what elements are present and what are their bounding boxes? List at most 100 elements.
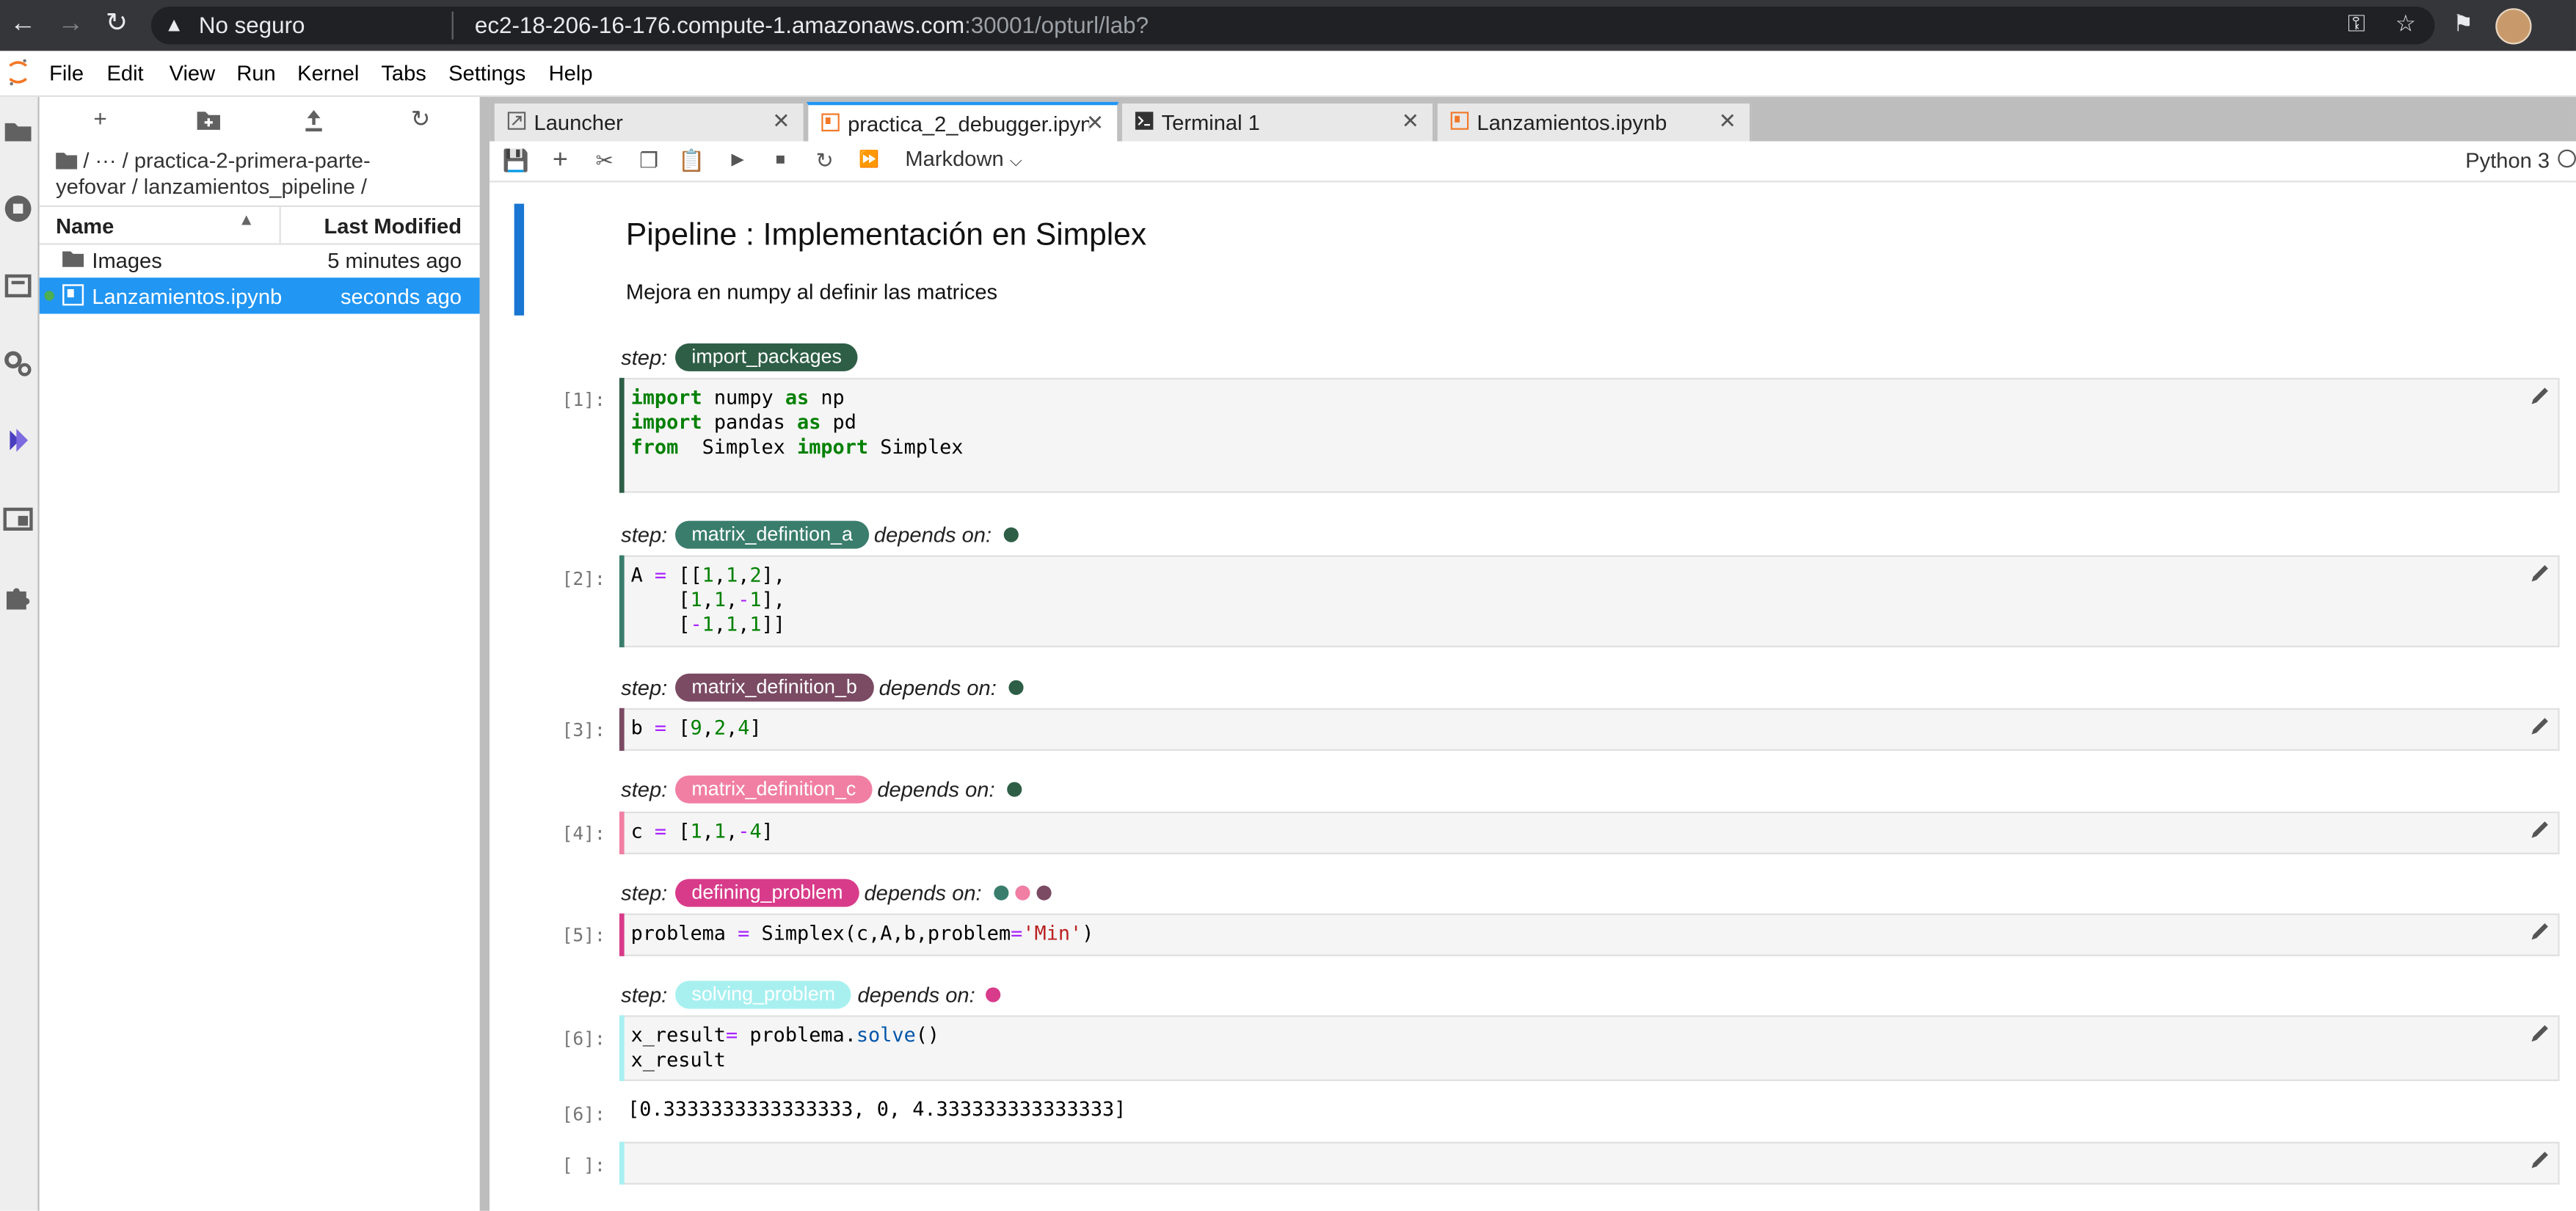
tab-launcher[interactable]: Launcher ✕	[492, 101, 805, 142]
key-icon[interactable]: ⚿	[2348, 10, 2365, 37]
cell-type-value[interactable]: Markdown	[905, 146, 1003, 171]
sort-ascending-icon[interactable]: ▲	[239, 212, 255, 230]
dependency-dot[interactable]	[1015, 885, 1030, 901]
file-row-images[interactable]: Images 5 minutes ago	[40, 241, 480, 277]
edit-pencil-icon[interactable]	[2528, 385, 2551, 407]
code-cell[interactable]: b = [9,2,4]	[619, 708, 2560, 751]
kernel-name[interactable]: Python 3	[2465, 148, 2550, 172]
home-folder-icon[interactable]	[56, 151, 78, 170]
step-tag[interactable]: defining_problem	[675, 879, 859, 907]
file-row-lanzamientos[interactable]: Lanzamientos.ipynb seconds ago	[39, 277, 480, 314]
run-icon[interactable]: ▶	[723, 146, 752, 175]
tabs-panel-icon[interactable]	[3, 504, 33, 534]
kubeflow-icon[interactable]	[3, 426, 32, 455]
address-bar[interactable]: ▲ No seguro ec2-18-206-16-176.compute-1.…	[150, 6, 2435, 45]
gears-icon[interactable]	[3, 349, 32, 378]
menu-view[interactable]: View	[170, 61, 216, 86]
step-tag[interactable]: matrix_defintion_a	[675, 520, 870, 549]
cell-code[interactable]: b = [9,2,4]	[631, 716, 762, 741]
step-tag[interactable]: import_packages	[675, 343, 859, 371]
cell-code[interactable]: import numpy as np import pandas as pd f…	[631, 386, 964, 460]
menu-run[interactable]: Run	[236, 61, 275, 86]
step-label: step:	[621, 880, 668, 906]
extensions-icon[interactable]: ⚑	[2453, 10, 2473, 37]
extension-puzzle-icon[interactable]	[3, 581, 32, 611]
cell-code[interactable]: A = [[1,1,2], [1,1,-1], [-1,1,1]]	[631, 564, 785, 638]
breadcrumb-path-1[interactable]: / ··· / practica-2-primera-parte-	[83, 148, 370, 172]
step-label: step:	[621, 982, 668, 1008]
folder-icon[interactable]	[3, 117, 32, 146]
insert-cell-icon[interactable]: +	[545, 146, 575, 175]
reload-icon[interactable]: ↻	[101, 8, 134, 41]
close-icon[interactable]: ✕	[1086, 110, 1104, 137]
menu-tabs[interactable]: Tabs	[381, 61, 426, 86]
menu-settings[interactable]: Settings	[448, 61, 525, 86]
empty-code-cell[interactable]	[619, 1141, 2560, 1185]
running-sessions-icon[interactable]	[3, 194, 32, 223]
close-icon[interactable]: ✕	[1402, 109, 1419, 135]
tab-terminal-1[interactable]: Terminal 1 ✕	[1120, 101, 1435, 142]
star-icon[interactable]: ☆	[2395, 10, 2416, 37]
code-cell[interactable]: A = [[1,1,2], [1,1,-1], [-1,1,1]]	[619, 555, 2560, 647]
upload-icon[interactable]	[297, 105, 330, 134]
panel-splitter[interactable]	[479, 97, 490, 1211]
step-tag[interactable]: matrix_definition_b	[675, 673, 874, 702]
code-cell[interactable]: problema = Simplex(c,A,b,problem='Min')	[619, 913, 2560, 956]
cell-code[interactable]: c = [1,1,-4]	[631, 820, 774, 845]
dependency-dot[interactable]	[1036, 885, 1052, 901]
edit-pencil-icon[interactable]	[2528, 920, 2551, 943]
code-cell[interactable]: c = [1,1,-4]	[619, 811, 2560, 855]
run-all-icon[interactable]: ⏩	[854, 146, 884, 175]
breadcrumb[interactable]: / ··· / practica-2-primera-parte- yefova…	[56, 148, 475, 200]
cell-edge	[619, 377, 625, 493]
edit-pencil-icon[interactable]	[2528, 818, 2551, 841]
edit-pencil-icon[interactable]	[2528, 1022, 2551, 1044]
paste-icon[interactable]: 📋	[677, 146, 706, 175]
dependency-dot[interactable]	[1008, 680, 1024, 695]
chevron-down-icon[interactable]: ⌵	[1010, 153, 1022, 171]
cut-icon[interactable]: ✂	[590, 146, 619, 175]
column-name[interactable]: Name	[56, 214, 114, 239]
tab-practica-2-debugger[interactable]: practica_2_debugger.ipynb ✕	[807, 101, 1119, 143]
refresh-icon[interactable]: ↻	[404, 105, 437, 134]
profile-avatar[interactable]	[2495, 8, 2532, 45]
restart-icon[interactable]: ↻	[810, 146, 840, 175]
forward-icon[interactable]: →	[54, 8, 87, 41]
edit-pencil-icon[interactable]	[2528, 715, 2551, 738]
file-name: Lanzamientos.ipynb	[92, 284, 283, 309]
url-path: :30001/opturl/lab?	[964, 11, 1149, 38]
step-tag[interactable]: solving_problem	[675, 981, 852, 1009]
copy-icon[interactable]: ❐	[634, 146, 663, 175]
step-tag[interactable]: matrix_definition_c	[675, 775, 873, 804]
breadcrumb-path-2[interactable]: yefovar / lanzamientos_pipeline /	[56, 174, 475, 200]
dependency-dot[interactable]	[1003, 527, 1019, 542]
column-last-modified[interactable]: Last Modified	[324, 214, 462, 239]
cell-type-select[interactable]: Markdown ⌵	[905, 146, 1022, 171]
edit-pencil-icon[interactable]	[2528, 562, 2551, 585]
menu-edit[interactable]: Edit	[107, 61, 144, 86]
edit-pencil-icon[interactable]	[2528, 1149, 2551, 1171]
save-icon[interactable]: 💾	[501, 146, 531, 175]
security-status: No seguro	[198, 11, 305, 38]
cell-prompt: [5]:	[561, 925, 605, 947]
menu-kernel[interactable]: Kernel	[297, 61, 359, 86]
close-icon[interactable]: ✕	[1719, 109, 1736, 135]
breadcrumb-line-1[interactable]: / ··· / practica-2-primera-parte-	[56, 148, 475, 174]
stop-icon[interactable]: ■	[765, 146, 795, 175]
cell-code[interactable]: x_result= problema.solve() x_result	[631, 1024, 940, 1073]
dependency-dot[interactable]	[1007, 782, 1022, 797]
menu-help[interactable]: Help	[549, 61, 593, 86]
close-icon[interactable]: ✕	[772, 109, 790, 135]
new-launcher-icon[interactable]: +	[84, 105, 117, 134]
dependency-dot[interactable]	[986, 987, 1001, 1003]
tab-lanzamientos[interactable]: Lanzamientos.ipynb ✕	[1436, 101, 1752, 142]
notebook-panel: Pipeline : Implementación en Simplex Mej…	[490, 182, 2576, 1210]
menu-file[interactable]: File	[49, 61, 84, 86]
code-cell[interactable]: import numpy as np import pandas as pd f…	[619, 377, 2560, 493]
back-icon[interactable]: ←	[7, 8, 40, 41]
cell-code[interactable]: problema = Simplex(c,A,b,problem='Min')	[631, 922, 1094, 947]
dependency-dot[interactable]	[994, 885, 1009, 901]
property-inspector-icon[interactable]	[3, 271, 32, 300]
new-folder-icon[interactable]	[192, 105, 225, 134]
code-cell[interactable]: x_result= problema.solve() x_result	[619, 1015, 2560, 1081]
